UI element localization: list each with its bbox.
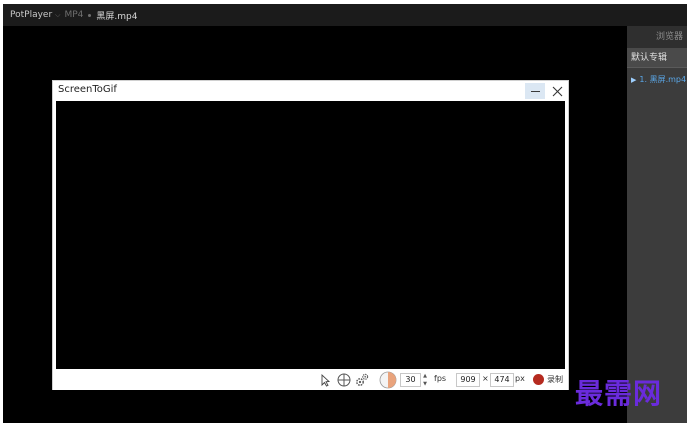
- fps-input[interactable]: 30: [400, 373, 421, 387]
- width-input[interactable]: 909: [456, 373, 480, 387]
- dimension-separator: ×: [482, 374, 489, 383]
- recorder-toolbar: 30 ▲ ▼ fps 909 × 474 px 录制: [53, 370, 568, 390]
- minimize-button[interactable]: [525, 83, 545, 99]
- tab-default-album[interactable]: 默认专辑: [627, 48, 687, 68]
- close-button[interactable]: [548, 83, 566, 99]
- gear-icon[interactable]: [354, 372, 370, 388]
- record-button[interactable]: 录制: [547, 374, 563, 385]
- file-format-label: MP4: [64, 10, 84, 20]
- screentogif-window: ScreenToGif 30 ▲ ▼ fps 909 × 474 px 录制: [52, 80, 569, 390]
- record-icon[interactable]: [533, 374, 544, 385]
- playlist-item[interactable]: ▶ 1. 黑屏.mp4: [627, 72, 687, 88]
- current-file-name: 黑屏.mp4: [96, 11, 138, 22]
- sidebar-header[interactable]: 浏览器: [627, 26, 687, 48]
- fps-unit: fps: [434, 374, 447, 383]
- screentogif-titlebar[interactable]: ScreenToGif: [53, 81, 568, 101]
- crosshair-icon[interactable]: [336, 372, 352, 388]
- playlist-sidebar: 浏览器 默认专辑 ▶ 1. 黑屏.mp4: [627, 26, 687, 423]
- spin-up-icon[interactable]: ▲: [421, 372, 429, 380]
- playlist-item-label: 1. 黑屏.mp4: [639, 75, 687, 84]
- minimize-icon: [530, 90, 540, 92]
- spin-down-icon[interactable]: ▼: [421, 380, 429, 388]
- window-title: ScreenToGif: [58, 84, 117, 95]
- close-icon: [552, 86, 562, 96]
- potplayer-app-name[interactable]: PotPlayer: [10, 10, 52, 20]
- height-input[interactable]: 474: [490, 373, 514, 387]
- frequency-icon[interactable]: [379, 371, 397, 389]
- capture-area[interactable]: [56, 101, 565, 369]
- menu-chevron-icon[interactable]: ⌵: [55, 11, 60, 20]
- fps-spinner[interactable]: ▲ ▼: [421, 372, 429, 388]
- size-unit: px: [515, 374, 525, 383]
- separator-dot: [88, 13, 92, 17]
- cursor-icon[interactable]: [317, 372, 333, 388]
- watermark-logo: 最需网: [575, 377, 663, 410]
- play-indicator-icon: ▶: [631, 76, 637, 84]
- potplayer-titlebar: PotPlayer ⌵ MP4 黑屏.mp4: [3, 4, 687, 26]
